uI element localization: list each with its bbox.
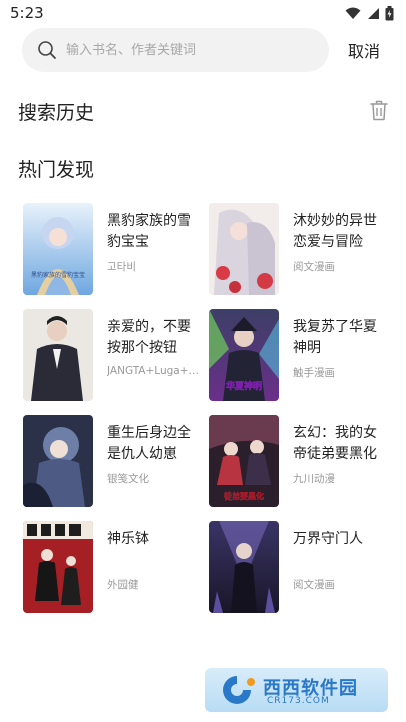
- book-cover: [23, 415, 93, 507]
- book-cover: 华夏神明: [209, 309, 279, 401]
- search-icon: [38, 41, 56, 59]
- signal-icon: [368, 8, 379, 19]
- book-title: 我复苏了华夏 神明: [293, 319, 377, 356]
- status-bar: 5:23: [0, 0, 406, 28]
- book-author: 触手漫画: [293, 367, 335, 379]
- book-cover: 黑豹家族的雪豹宝宝: [23, 203, 93, 295]
- book-item[interactable]: 沐妙妙的异世 恋爱与冒险 阅文漫画: [209, 203, 389, 295]
- book-item[interactable]: 黑豹家族的雪豹宝宝 黑豹家族的雪 豹宝宝 고타비: [23, 203, 203, 295]
- book-title: 沐妙妙的异世 恋爱与冒险: [293, 213, 377, 250]
- book-author: JANGTA+Luga+…: [107, 365, 200, 377]
- book-item[interactable]: 亲爱的，不要 按那个按钮 JANGTA+Luga+…: [23, 309, 203, 401]
- battery-icon: [385, 6, 394, 21]
- book-item[interactable]: 徒弟要黑化 玄幻：我的女 帝徒弟要黑化 九川动漫: [209, 415, 389, 507]
- cover-title-art: 黑豹家族的雪豹宝宝: [31, 271, 85, 279]
- book-cover: 徒弟要黑化: [209, 415, 279, 507]
- book-cover: [23, 521, 93, 613]
- book-author: 고타비: [107, 261, 136, 273]
- wifi-icon: [345, 7, 361, 19]
- book-cover: [209, 203, 279, 295]
- book-author: 阅文漫画: [293, 579, 335, 591]
- book-author: 外园健: [107, 579, 139, 591]
- search-history-title: 搜索历史: [18, 102, 95, 124]
- book-cover: [23, 309, 93, 401]
- book-author: 阅文漫画: [293, 261, 335, 273]
- watermark-swirl-icon: [223, 676, 255, 704]
- cancel-button[interactable]: 取消: [348, 38, 380, 62]
- book-title: 万界守门人: [293, 531, 363, 547]
- book-item[interactable]: 神乐钵 外园健: [23, 521, 203, 613]
- search-box[interactable]: [22, 28, 329, 72]
- book-title: 玄幻：我的女 帝徒弟要黑化: [293, 425, 377, 462]
- status-icons: [345, 6, 394, 21]
- search-input[interactable]: [66, 28, 316, 72]
- hot-discover-title: 热门发现: [18, 159, 95, 181]
- book-cover: [209, 521, 279, 613]
- book-author: 银笺文化: [107, 473, 149, 485]
- book-item[interactable]: 重生后身边全 是仇人幼崽 银笺文化: [23, 415, 203, 507]
- book-title: 黑豹家族的雪 豹宝宝: [107, 213, 191, 250]
- book-author: 九川动漫: [293, 473, 335, 485]
- watermark-logo: 西西软件园 CR173.COM: [205, 668, 388, 712]
- cover-title-art: 徒弟要黑化: [223, 491, 264, 501]
- cover-title-art: 华夏神明: [226, 380, 262, 392]
- book-title: 亲爱的，不要 按那个按钮: [107, 319, 191, 356]
- status-time: 5:23: [10, 4, 44, 22]
- book-title: 重生后身边全 是仇人幼崽: [107, 425, 191, 462]
- book-item[interactable]: 华夏神明 我复苏了华夏 神明 触手漫画: [209, 309, 389, 401]
- book-item[interactable]: 万界守门人 阅文漫画: [209, 521, 389, 613]
- book-title: 神乐钵: [107, 531, 149, 547]
- watermark-sub: CR173.COM: [267, 696, 330, 706]
- trash-icon[interactable]: [370, 100, 388, 121]
